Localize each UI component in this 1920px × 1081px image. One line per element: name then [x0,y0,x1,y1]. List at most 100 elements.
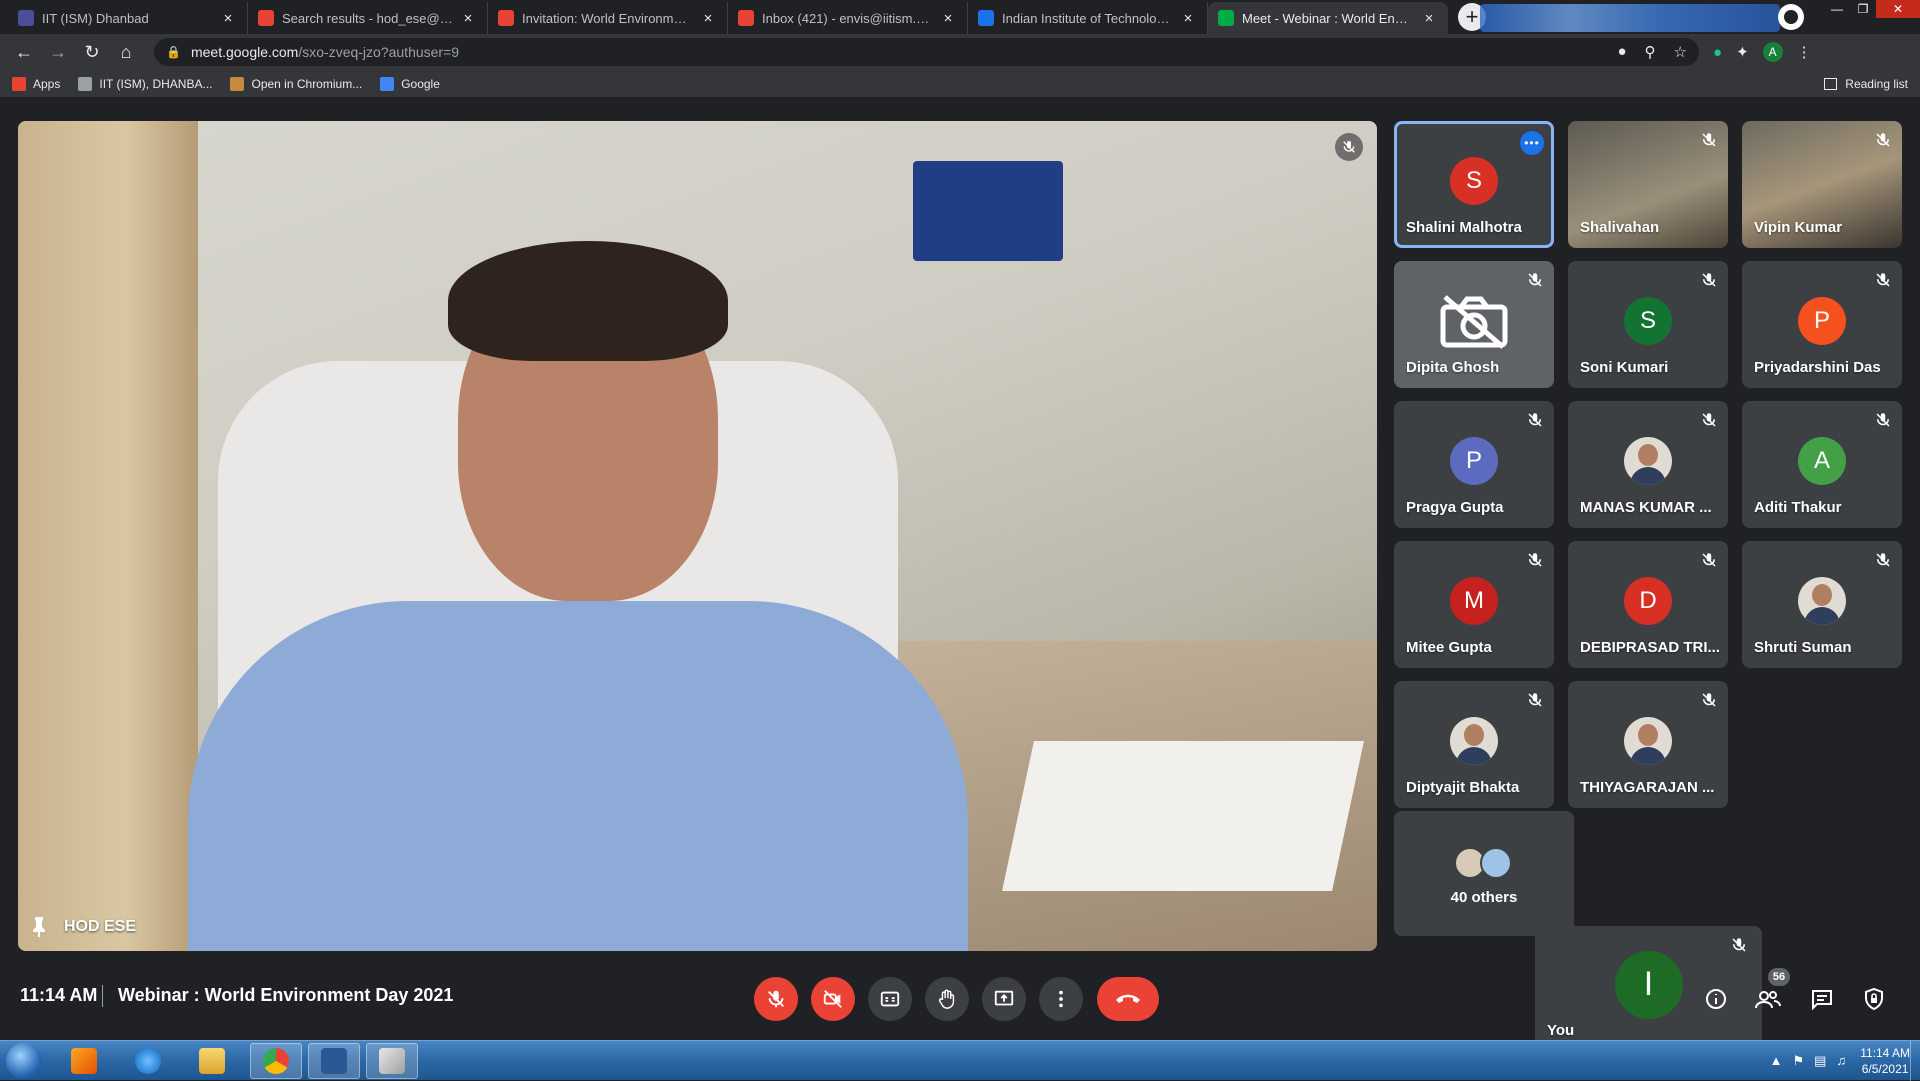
browser-tab[interactable]: Inbox (421) - envis@iitism.ac.in × [728,2,968,34]
show-desktop-button[interactable] [1910,1041,1920,1081]
mic-toggle-button[interactable] [754,977,798,1021]
meeting-details-button[interactable] [1702,985,1730,1013]
profile-avatar[interactable]: A [1762,42,1783,62]
internet-explorer-icon [135,1048,161,1074]
participant-tile[interactable]: Shruti Suman [1742,541,1902,668]
tile-options-icon[interactable]: ••• [1520,131,1544,155]
chat-button[interactable] [1808,985,1836,1013]
participant-tile[interactable]: Dipita Ghosh [1394,261,1554,388]
mic-muted-icon [1700,131,1718,149]
browser-tab[interactable]: Meet - Webinar : World Environment Day 2… [1208,2,1448,34]
taskbar-media-player[interactable] [58,1043,110,1079]
taskbar-chrome[interactable] [250,1043,302,1079]
mic-muted-icon [1526,551,1544,569]
participant-tile[interactable]: Diptyajit Bhakta [1394,681,1554,808]
menu-icon[interactable]: ⋮ [1797,43,1812,61]
lock-icon[interactable]: 🔒 [166,45,181,59]
participant-name: Diptyajit Bhakta [1406,779,1520,796]
participant-tile[interactable]: Vipin Kumar [1742,121,1902,248]
present-button[interactable] [982,977,1026,1021]
video-cabinet [18,121,198,951]
participant-avatar: S [1624,296,1672,345]
mic-muted-icon [1700,271,1718,289]
extensions-icon[interactable]: ✦ [1736,43,1749,61]
home-icon[interactable]: ⌂ [112,38,140,66]
close-window-icon[interactable]: ✕ [1876,0,1920,18]
participant-tile[interactable]: P Pragya Gupta [1394,401,1554,528]
url-path: /sxo-zveq-jzo?authuser=9 [298,44,460,60]
start-button[interactable] [6,1043,42,1079]
captions-button[interactable] [868,977,912,1021]
system-clock[interactable]: 11:14 AM 6/5/2021 [1860,1045,1910,1077]
video-person-hair [448,241,728,361]
bookmark-star-icon[interactable]: ☆ [1674,43,1687,61]
taskbar-word[interactable] [308,1043,360,1079]
tab-close-icon[interactable]: × [1179,10,1197,27]
back-icon[interactable]: ← [10,38,38,66]
windows-taskbar: ▲ ⚑ ▤ ♫ 11:14 AM 6/5/2021 [0,1040,1920,1081]
tab-close-icon[interactable]: × [939,10,957,27]
camera-icon[interactable]: ● [1617,43,1626,61]
participant-tile[interactable]: D DEBIPRASAD TRI... [1568,541,1728,668]
person-icon [18,10,34,26]
taskbar-explorer[interactable] [186,1043,238,1079]
search-tabs-icon[interactable] [1778,4,1804,30]
tab-close-icon[interactable]: × [1420,10,1438,27]
bookmark-item[interactable]: Open in Chromium... [230,76,363,91]
camera-toggle-button[interactable] [811,977,855,1021]
participant-tile[interactable]: S Soni Kumari [1568,261,1728,388]
tab-close-icon[interactable]: × [219,10,237,27]
reload-icon[interactable]: ↻ [78,38,106,66]
people-button[interactable] [1754,985,1782,1013]
address-bar[interactable]: 🔒 meet.google.com/sxo-zveq-jzo?authuser=… [154,38,1699,66]
participant-tile[interactable]: MANAS KUMAR ... [1568,401,1728,528]
video-person-body [188,601,968,951]
photo-body [1456,746,1492,765]
reading-list-button[interactable]: Reading list [1824,77,1908,91]
meeting-title: Webinar : World Environment Day 2021 [118,985,454,1005]
participant-tile[interactable]: S Shalini Malhotra ••• [1394,121,1554,248]
show-hidden-icons[interactable]: ▲ [1770,1053,1783,1069]
tab-close-icon[interactable]: × [699,10,717,27]
camera-off-icon [823,990,842,1008]
browser-tab[interactable]: Indian Institute of Technology (ISM) × [968,2,1208,34]
forward-icon[interactable]: → [44,38,72,66]
participant-tile[interactable]: Shalivahan [1568,121,1728,248]
participant-name: DEBIPRASAD TRI... [1580,639,1720,656]
bookmark-item[interactable]: Google [380,76,440,91]
minimize-icon[interactable]: — [1824,0,1850,18]
bookmark-item[interactable]: IIT (ISM), DHANBA... [78,76,213,91]
browser-tab[interactable]: Invitation: World Environment Day 2021 × [488,2,728,34]
leave-call-button[interactable] [1097,977,1159,1021]
mic-muted-icon [1874,271,1892,289]
others-tile[interactable]: 40 others [1394,811,1574,936]
photo-body [1630,746,1666,765]
tab-close-icon[interactable]: × [459,10,477,27]
participant-tile[interactable]: THIYAGARAJAN ... [1568,681,1728,808]
participant-tile[interactable]: P Priyadarshini Das [1742,261,1902,388]
participant-tile[interactable]: A Aditi Thakur [1742,401,1902,528]
participant-name: Mitee Gupta [1406,639,1492,656]
bookmark-label: IIT (ISM), DHANBA... [99,76,213,91]
grammarly-icon[interactable]: ● [1713,44,1722,61]
taskbar-paint[interactable] [366,1043,418,1079]
bookmark-label: Apps [33,76,61,91]
browser-tab[interactable]: IIT (ISM) Dhanbad × [8,2,248,34]
restore-icon[interactable]: ❐ [1850,0,1876,18]
more-options-button[interactable] [1039,977,1083,1021]
zoom-icon[interactable]: ⚲ [1645,43,1656,61]
pin-icon[interactable] [32,917,46,937]
flag-icon[interactable]: ⚑ [1792,1053,1804,1069]
raise-hand-button[interactable] [925,977,969,1021]
network-icon[interactable]: ▤ [1814,1053,1826,1069]
participant-tile[interactable]: M Mitee Gupta [1394,541,1554,668]
host-controls-button[interactable] [1860,985,1888,1013]
main-video-tile[interactable]: HOD ESE [18,121,1377,951]
bookmark-label: Open in Chromium... [251,76,363,91]
taskbar-internet-explorer[interactable] [122,1043,174,1079]
tab-strip: IIT (ISM) Dhanbad × Search results - hod_e… [0,0,1920,34]
bookmark-item[interactable]: Apps [12,76,61,91]
taskbar-preview-blur [1480,4,1780,32]
browser-tab[interactable]: Search results - hod_ese@iitism.ac.in × [248,2,488,34]
volume-icon[interactable]: ♫ [1836,1053,1846,1069]
